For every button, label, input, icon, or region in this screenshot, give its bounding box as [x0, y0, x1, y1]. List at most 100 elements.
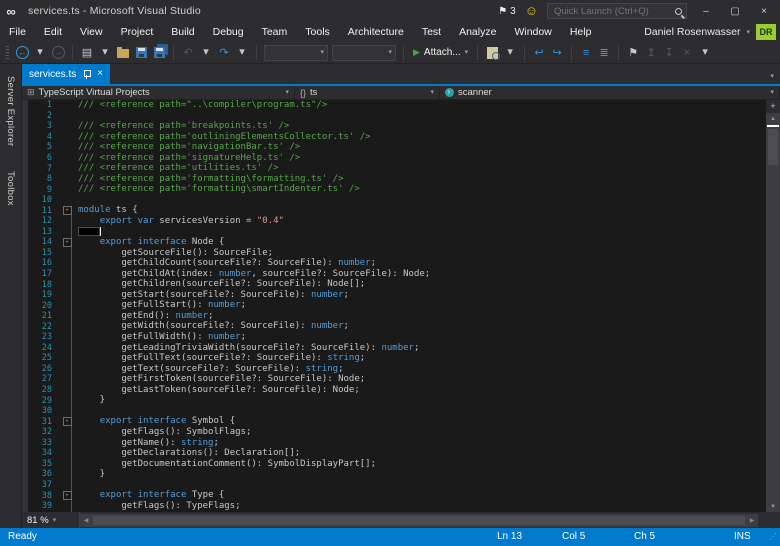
menu-test[interactable]: Test [413, 24, 450, 40]
attach-button[interactable]: ▶ Attach... ▾ [411, 47, 470, 58]
fold-collapse-icon[interactable]: - [62, 237, 72, 247]
increase-indent-icon[interactable]: ≣ [597, 45, 611, 61]
solution-configurations-combo[interactable]: ▾ [264, 44, 328, 61]
code-line[interactable]: 26 getText(sourceFile?: SourceFile): str… [22, 364, 766, 375]
code-line[interactable]: 1 /// <reference path="..\compiler\progra… [22, 100, 766, 111]
menu-tools[interactable]: Tools [296, 24, 339, 40]
code-line[interactable]: 11- module ts { [22, 205, 766, 216]
code-line[interactable]: 27 getFirstToken(sourceFile?: SourceFile… [22, 374, 766, 385]
maximize-button[interactable]: ▢ [725, 6, 745, 17]
new-file-dropdown-icon[interactable]: ▾ [98, 45, 112, 61]
clear-bookmarks-icon[interactable]: × [680, 45, 694, 61]
save-icon[interactable] [135, 47, 147, 58]
pin-tab-icon[interactable] [82, 69, 92, 79]
code-line[interactable]: 18 getChildren(sourceFile?: SourceFile):… [22, 279, 766, 290]
menu-build[interactable]: Build [162, 24, 203, 40]
code-line[interactable]: 19 getStart(sourceFile?: SourceFile): nu… [22, 290, 766, 301]
code-line[interactable]: 39 getFlags(): TypeFlags; [22, 501, 766, 512]
menu-help[interactable]: Help [561, 24, 601, 40]
navigate-forward-icon[interactable]: → [51, 46, 65, 59]
toolbar-overflow-icon[interactable]: ▾ [503, 45, 517, 61]
code-area[interactable]: 1 /// <reference path="..\compiler\progra… [22, 100, 766, 512]
menu-file[interactable]: File [0, 24, 35, 40]
menu-edit[interactable]: Edit [35, 24, 71, 40]
code-line[interactable]: 6 /// <reference path='signatureHelp.ts' … [22, 153, 766, 164]
horizontal-scroll-thumb[interactable] [93, 515, 745, 525]
code-line[interactable]: 10 [22, 195, 766, 206]
fold-collapse-icon[interactable]: - [62, 417, 72, 427]
close-tab-icon[interactable]: × [97, 69, 103, 79]
close-button[interactable]: × [754, 6, 774, 17]
menu-debug[interactable]: Debug [204, 24, 253, 40]
code-line[interactable]: 8 /// <reference path='formatting\formatt… [22, 174, 766, 185]
code-line[interactable]: 16 getChildCount(sourceFile?: SourceFile… [22, 258, 766, 269]
code-line[interactable]: 3 /// <reference path='breakpoints.ts' /> [22, 121, 766, 132]
save-all-icon[interactable] [153, 47, 165, 58]
code-line[interactable]: 9 /// <reference path='formatting\smartIn… [22, 184, 766, 195]
horizontal-scrollbar[interactable]: ◀ ▶ [80, 513, 758, 527]
tab-services-ts[interactable]: services.ts × [22, 64, 111, 84]
quick-launch-box[interactable] [547, 3, 687, 19]
code-line[interactable]: 28 getLastToken(sourceFile?: SourceFile)… [22, 385, 766, 396]
menu-team[interactable]: Team [253, 24, 297, 40]
code-line[interactable]: 15 getSourceFile(): SourceFile; [22, 248, 766, 259]
project-dropdown[interactable]: ⊞ TypeScript Virtual Projects ▾ [22, 86, 295, 99]
tab-list-dropdown-icon[interactable]: ▾ [770, 73, 780, 84]
vertical-scrollbar[interactable]: + ▲ ▼ [766, 100, 780, 512]
redo-dropdown-icon[interactable]: ▾ [235, 45, 249, 61]
split-editor-handle[interactable]: + [766, 100, 780, 113]
scroll-up-icon[interactable]: ▲ [766, 113, 780, 124]
quick-launch-input[interactable] [552, 4, 675, 18]
code-line[interactable]: 23 getFullWidth(): number; [22, 332, 766, 343]
type-dropdown[interactable]: {} ts ▾ [295, 86, 440, 99]
vertical-scroll-thumb[interactable] [768, 129, 778, 165]
code-line[interactable]: 21 getEnd(): number; [22, 311, 766, 322]
previous-bookmark-icon[interactable]: ↥ [644, 45, 658, 61]
fold-collapse-icon[interactable]: - [62, 206, 72, 216]
find-in-files-icon[interactable] [486, 46, 500, 60]
open-file-icon[interactable] [117, 47, 129, 58]
redo-icon[interactable]: ↷ [217, 45, 231, 61]
undo-icon[interactable]: ↶ [181, 45, 195, 61]
code-line[interactable]: 17 getChildAt(index: number, sourceFile?… [22, 269, 766, 280]
menu-analyze[interactable]: Analyze [450, 24, 505, 40]
code-line[interactable]: 2 [22, 111, 766, 122]
fold-collapse-icon[interactable]: - [62, 491, 72, 500]
code-line[interactable]: 33 getName(): string; [22, 438, 766, 449]
code-line[interactable]: 22 getWidth(sourceFile?: SourceFile): nu… [22, 321, 766, 332]
menu-architecture[interactable]: Architecture [339, 24, 413, 40]
code-line[interactable]: 32 getFlags(): SymbolFlags; [22, 427, 766, 438]
code-line[interactable]: 12 export var servicesVersion = "0.4" [22, 216, 766, 227]
code-line[interactable]: 25 getFullText(sourceFile?: SourceFile):… [22, 353, 766, 364]
solution-platforms-combo[interactable]: ▾ [332, 44, 396, 61]
code-line[interactable]: 36 } [22, 469, 766, 480]
bookmarks-overflow-icon[interactable]: ▾ [698, 45, 712, 61]
code-line[interactable]: 14- export interface Node { [22, 237, 766, 248]
navigate-goto-icon[interactable]: ↪ [550, 45, 564, 61]
code-line[interactable]: 35 getDocumentationComment(): SymbolDisp… [22, 459, 766, 470]
navigate-backward-dropdown-icon[interactable]: ▾ [33, 45, 47, 61]
menu-project[interactable]: Project [112, 24, 163, 40]
user-dropdown-icon[interactable]: ▾ [746, 29, 750, 36]
minimize-button[interactable]: – [696, 6, 716, 17]
code-line[interactable]: 38 - export interface Type { [22, 490, 766, 501]
toggle-bookmark-icon[interactable]: ⚑ [626, 45, 640, 61]
undo-dropdown-icon[interactable]: ▾ [199, 45, 213, 61]
attach-dropdown-icon[interactable]: ▾ [465, 49, 469, 56]
code-line[interactable]: 13 [22, 226, 766, 238]
code-line[interactable]: 29 } [22, 395, 766, 406]
menu-window[interactable]: Window [505, 24, 560, 40]
code-line[interactable]: 5 /// <reference path='navigationBar.ts' … [22, 142, 766, 153]
member-dropdown[interactable]: scanner ▾ [440, 86, 780, 99]
toolbar-grip[interactable] [6, 45, 9, 60]
code-editor[interactable]: 1 /// <reference path="..\compiler\progra… [22, 100, 766, 512]
scroll-down-icon[interactable]: ▼ [766, 501, 780, 512]
code-line[interactable]: 7 /// <reference path='utilities.ts' /> [22, 163, 766, 174]
code-line[interactable]: 4 /// <reference path='outliningElementsC… [22, 132, 766, 143]
code-line[interactable]: 30 [22, 406, 766, 417]
signed-in-user[interactable]: Daniel Rosenwasser [644, 26, 740, 38]
code-line[interactable]: 34 getDeclarations(): Declaration[]; [22, 448, 766, 459]
code-line[interactable]: 37 [22, 480, 766, 491]
notifications-button[interactable]: ⚑ 3 [498, 6, 516, 17]
navigate-return-icon[interactable]: ↩ [532, 45, 546, 61]
